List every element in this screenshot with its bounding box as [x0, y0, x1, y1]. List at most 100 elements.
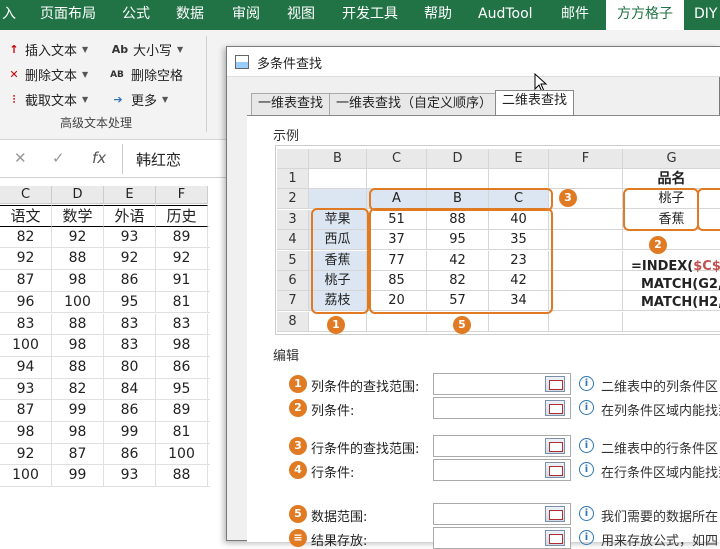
tab-review[interactable]: 审阅 [232, 0, 260, 30]
table-cell[interactable]: 95 [104, 291, 156, 314]
mini-col-header[interactable]: C [367, 149, 427, 169]
table-cell[interactable]: 86 [104, 270, 156, 292]
header-cell[interactable]: 语文 [0, 205, 52, 227]
table-cell[interactable]: 87 [0, 270, 52, 292]
table-cell[interactable]: 87 [52, 443, 104, 466]
mini-cell[interactable] [309, 189, 367, 210]
table-cell[interactable]: 91 [156, 270, 208, 292]
extract-text-button[interactable]: ⫶ 截取文本 ▼ [6, 90, 89, 110]
mini-cell[interactable]: 品名 [623, 169, 720, 189]
table-cell[interactable]: 83 [104, 313, 156, 336]
table-cell[interactable]: 100 [156, 443, 208, 466]
tab-one-dim-custom-order[interactable]: 一维表查找（自定义顺序） [329, 93, 500, 115]
mini-cell[interactable] [549, 209, 623, 230]
table-cell[interactable]: 98 [52, 270, 104, 292]
more-button[interactable]: ➔ 更多 ▼ [108, 90, 168, 110]
table-cell[interactable]: 96 [0, 291, 52, 314]
delete-text-button[interactable]: ✕ 删除文本 ▼ [6, 65, 88, 85]
tab-two-dim-lookup[interactable]: 二维表查找 [495, 90, 575, 116]
table-cell[interactable]: 83 [0, 313, 52, 336]
table-cell[interactable]: 93 [104, 465, 156, 488]
tab-developer[interactable]: 开发工具 [342, 0, 398, 30]
table-cell[interactable]: 92 [104, 248, 156, 271]
mini-row-header[interactable]: 2 [277, 189, 309, 210]
table-cell[interactable]: 86 [104, 443, 156, 466]
table-cell[interactable]: 92 [156, 248, 208, 271]
mini-cell[interactable] [427, 169, 489, 189]
mini-col-header[interactable]: F [549, 149, 623, 169]
mini-cell[interactable] [623, 312, 720, 332]
header-cell[interactable]: 历史 [156, 205, 208, 227]
table-cell[interactable]: 83 [104, 335, 156, 357]
tab-diy[interactable]: DIY [694, 0, 717, 30]
range-picker-icon[interactable] [545, 438, 565, 454]
table-cell[interactable]: 98 [52, 335, 104, 357]
range-picker-icon[interactable] [545, 530, 565, 546]
table-cell[interactable]: 89 [156, 400, 208, 422]
mini-row-header[interactable]: 5 [277, 250, 309, 271]
table-cell[interactable]: 93 [0, 378, 52, 401]
tab-help[interactable]: 帮助 [424, 0, 452, 30]
table-cell[interactable]: 89 [156, 226, 208, 249]
table-cell[interactable]: 87 [0, 400, 52, 422]
col-header-e[interactable]: E [104, 186, 156, 204]
table-cell[interactable]: 88 [52, 313, 104, 336]
table-cell[interactable]: 98 [0, 422, 52, 444]
fx-icon[interactable]: fx [92, 149, 106, 167]
select-all-corner[interactable] [277, 149, 309, 169]
remove-space-button[interactable]: AB 删除空格 [106, 65, 183, 84]
table-cell[interactable]: 80 [104, 356, 156, 379]
tab-formulas[interactable]: 公式 [122, 0, 150, 30]
mini-cell[interactable] [549, 169, 623, 189]
table-cell[interactable]: 99 [104, 422, 156, 444]
insert-text-button[interactable]: ↑ 插入文本 ▼ [6, 40, 88, 60]
mini-cell[interactable] [489, 169, 549, 189]
mini-row-header[interactable]: 4 [277, 230, 309, 251]
tab-view[interactable]: 视图 [287, 0, 315, 30]
mini-col-header[interactable]: D [427, 149, 489, 169]
table-cell[interactable]: 95 [156, 378, 208, 401]
col-header-c[interactable]: C [0, 186, 52, 204]
mini-col-header[interactable]: G [623, 149, 720, 169]
formula-value[interactable]: 韩红恋 [136, 149, 181, 170]
table-cell[interactable]: 83 [156, 313, 208, 336]
table-cell[interactable]: 82 [52, 378, 104, 401]
cancel-icon[interactable]: ✕ [14, 149, 27, 167]
table-cell[interactable]: 88 [52, 248, 104, 271]
tab-fangfang[interactable]: 方方格子 [606, 0, 684, 30]
mini-row-header[interactable]: 6 [277, 271, 309, 291]
mini-cell[interactable] [367, 169, 427, 189]
mini-cell[interactable] [367, 311, 427, 332]
table-cell[interactable]: 100 [0, 335, 52, 357]
confirm-icon[interactable]: ✓ [52, 149, 65, 167]
col-header-d[interactable]: D [52, 186, 104, 204]
header-cell[interactable]: 数学 [52, 205, 104, 227]
range-picker-icon[interactable] [545, 506, 565, 522]
table-cell[interactable]: 92 [0, 248, 52, 271]
table-cell[interactable]: 100 [52, 291, 104, 314]
table-cell[interactable]: 100 [0, 465, 52, 488]
table-cell[interactable]: 93 [104, 226, 156, 249]
col-header-f[interactable]: F [156, 186, 208, 204]
mini-col-header[interactable]: B [309, 149, 367, 169]
range-picker-icon[interactable] [545, 462, 565, 478]
table-cell[interactable]: 94 [0, 356, 52, 379]
table-cell[interactable]: 84 [104, 378, 156, 401]
table-cell[interactable]: 81 [156, 422, 208, 444]
tab-data[interactable]: 数据 [176, 0, 204, 30]
table-cell[interactable]: 81 [156, 291, 208, 314]
case-button[interactable]: Ab 大小写 ▼ [110, 40, 183, 60]
tab-insert[interactable]: 入 [2, 0, 16, 30]
table-cell[interactable]: 99 [52, 400, 104, 422]
table-cell[interactable]: 86 [156, 356, 208, 379]
table-cell[interactable]: 98 [156, 335, 208, 357]
mini-cell[interactable] [549, 250, 623, 271]
mini-row-header[interactable]: 1 [277, 169, 309, 189]
table-cell[interactable]: 86 [104, 400, 156, 422]
mini-cell[interactable] [549, 291, 623, 312]
table-cell[interactable]: 92 [0, 443, 52, 466]
tab-mail[interactable]: 邮件 [561, 0, 589, 30]
mini-col-header[interactable]: E [489, 149, 549, 169]
table-cell[interactable]: 99 [52, 465, 104, 488]
mini-cell[interactable] [489, 311, 549, 332]
